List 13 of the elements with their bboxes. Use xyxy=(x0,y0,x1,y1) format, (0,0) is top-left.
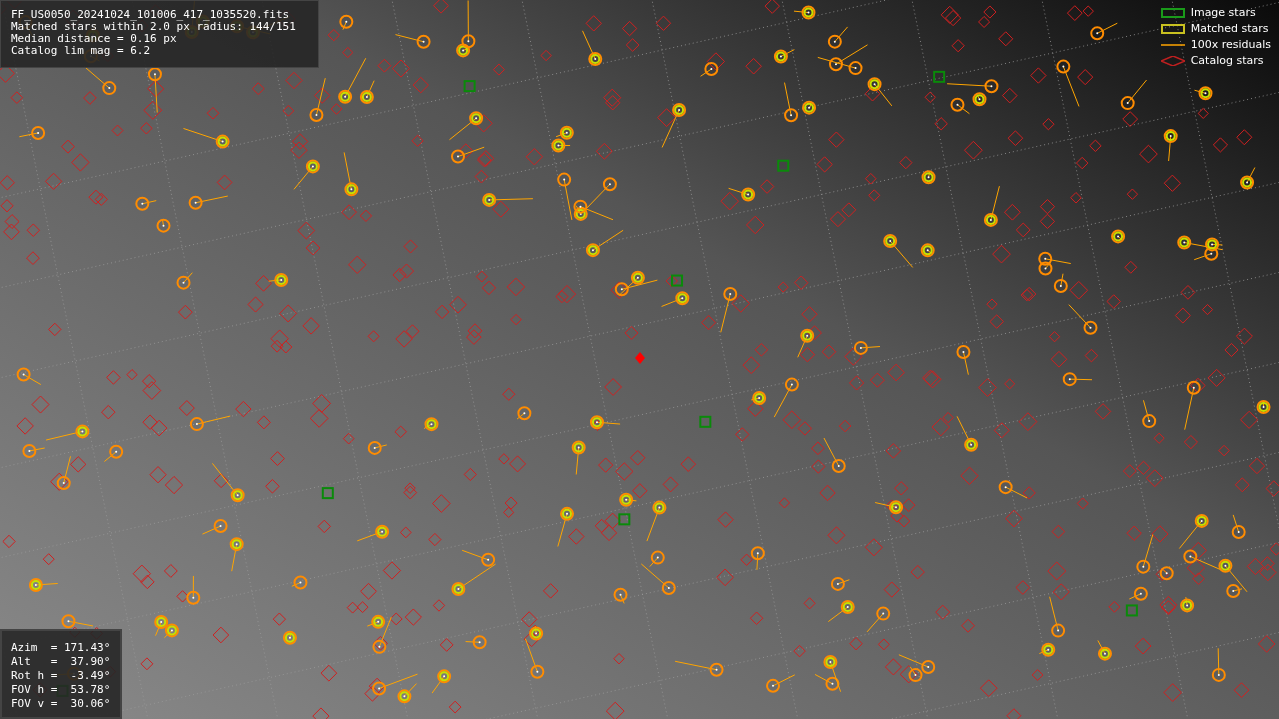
pointing-text: FOV h = 53.78° xyxy=(11,683,111,697)
info-text: Matched stars within 2.0 px radius: 144/151 xyxy=(11,21,297,33)
pointing-text: Rot h = -3.49° xyxy=(11,669,111,683)
legend-label: 100x residuals xyxy=(1190,38,1271,52)
pointing-text: Azim = 171.43° xyxy=(11,641,111,655)
info-text: Catalog lim mag = 6.2 xyxy=(11,45,152,57)
legend-label: Catalog stars xyxy=(1190,54,1264,68)
legend-label: Matched stars xyxy=(1190,22,1269,36)
legend-label: Image stars xyxy=(1190,6,1256,20)
pointing-text: FOV v = 30.06° xyxy=(11,697,111,711)
info-text: FF_US0050_20241024_101006_417_1035520.fits xyxy=(11,9,291,21)
info-text: Median distance = 0.16 px xyxy=(11,33,178,45)
pointing-text: Alt = 37.90° xyxy=(11,655,111,669)
